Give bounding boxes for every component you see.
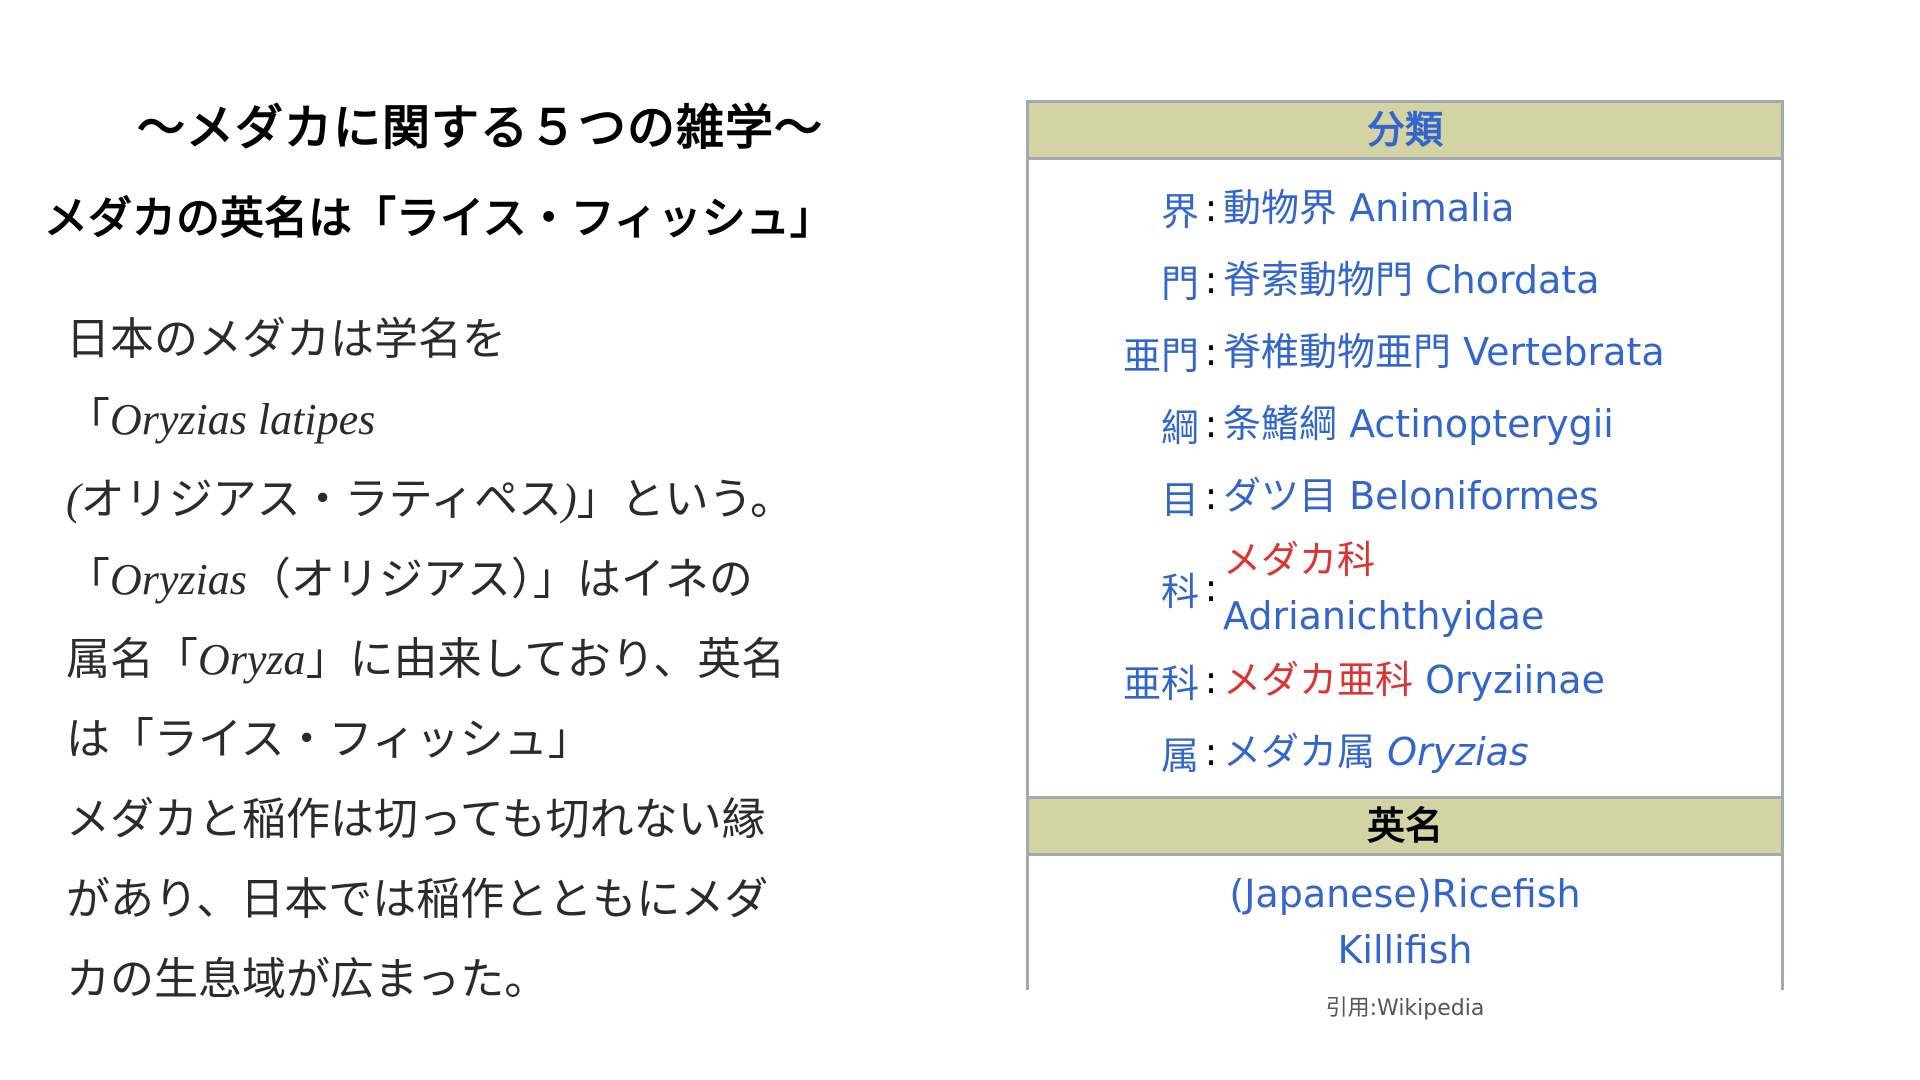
taxonomy-row-subphylum: 亜門 : 脊椎動物亜門 Vertebrata xyxy=(1029,316,1781,388)
body-line-7: メダカと稲作は切っても切れない縁 xyxy=(66,794,766,845)
taxon-link[interactable]: 動物界 Animalia xyxy=(1223,180,1781,236)
body-text-tail: （オリジアス）」はイネの xyxy=(246,554,753,605)
rank-separator: : xyxy=(1204,402,1218,446)
taxon-value: メダカ科 Adrianichthyidae xyxy=(1223,532,1781,644)
body-bracket: 「 xyxy=(66,394,110,445)
rank-label[interactable]: 科 xyxy=(1029,561,1199,616)
taxon-link[interactable]: Oryziinae xyxy=(1425,658,1605,702)
rank-label[interactable]: 亜門 xyxy=(1029,325,1199,380)
taxonomy-row-kingdom: 界 : 動物界 Animalia xyxy=(1029,172,1781,244)
taxon-link[interactable]: ダツ目 Beloniformes xyxy=(1223,468,1781,524)
taxonomy-row-phylum: 門 : 脊索動物門 Chordata xyxy=(1029,244,1781,316)
taxonomy-row-subfamily: 亜科 : メダカ亜科 Oryziinae xyxy=(1029,644,1781,716)
body-line-8: があり、日本では稲作とともにメダ xyxy=(66,874,769,925)
body-line-4: 「Oryzias（オリジアス）」はイネの xyxy=(66,540,926,620)
rank-separator: : xyxy=(1204,186,1218,230)
english-name-1[interactable]: (Japanese)Ricefish xyxy=(1029,866,1781,922)
body-line-2: 「Oryzias latipes xyxy=(66,380,926,460)
taxonomy-row-family: 科 : メダカ科 Adrianichthyidae xyxy=(1029,532,1781,644)
rank-label[interactable]: 門 xyxy=(1029,253,1199,308)
taxon-link[interactable]: 脊索動物門 Chordata xyxy=(1223,252,1781,308)
english-name-2[interactable]: Killifish xyxy=(1029,922,1781,978)
reading-text: オリジアス・ラティペス xyxy=(80,474,563,525)
paren-open: ( xyxy=(66,475,81,524)
rank-separator: : xyxy=(1204,474,1218,518)
body-paragraph: 日本のメダカは学名を 「Oryzias latipes (オリジアス・ラティペス… xyxy=(66,300,926,1020)
body-text-tail: 」という。 xyxy=(576,474,795,525)
rice-genus-name: Oryza xyxy=(198,635,306,684)
english-name-header: 英名 xyxy=(1029,796,1781,856)
rank-label[interactable]: 目 xyxy=(1029,469,1199,524)
rank-label[interactable]: 界 xyxy=(1029,181,1199,236)
classification-header: 分類 xyxy=(1029,103,1781,160)
rank-separator: : xyxy=(1204,566,1218,610)
body-line-1: 日本のメダカは学名を xyxy=(66,314,506,365)
scientific-name: Oryzias latipes xyxy=(110,395,376,444)
rank-label[interactable]: 属 xyxy=(1029,725,1199,780)
taxonomy-infobox: 分類 界 : 動物界 Animalia 門 : 脊索動物門 Chordata 亜… xyxy=(1026,100,1784,990)
red-link[interactable]: メダカ科 xyxy=(1223,538,1375,582)
body-line-6: は「ライス・フィッシュ」 xyxy=(66,714,592,765)
english-names: (Japanese)Ricefish Killifish xyxy=(1029,856,1781,978)
taxon-link[interactable]: 脊椎動物亜門 Vertebrata xyxy=(1223,324,1781,380)
slide-subtitle: メダカの英名は「ライス・フィッシュ」 xyxy=(44,193,834,244)
red-link[interactable]: メダカ亜科 xyxy=(1223,658,1413,702)
body-line-9: カの生息域が広まった。 xyxy=(66,954,549,1005)
body-bracket: 「 xyxy=(66,554,110,605)
taxon-link[interactable]: Adrianichthyidae xyxy=(1223,594,1544,638)
slide-title: 〜メダカに関する５つの雑学〜 xyxy=(136,100,823,156)
genus-italic: Oryzias xyxy=(1387,730,1529,774)
rank-label[interactable]: 綱 xyxy=(1029,397,1199,452)
taxon-link[interactable]: 条鰭綱 Actinopterygii xyxy=(1223,396,1781,452)
body-text-head: 属名「 xyxy=(66,634,198,685)
taxon-value: メダカ属 Oryzias xyxy=(1223,724,1781,780)
citation-caption: 引用:Wikipedia xyxy=(1325,996,1485,1021)
taxonomy-row-order: 目 : ダツ目 Beloniformes xyxy=(1029,460,1781,532)
paren-close: ) xyxy=(562,475,577,524)
genus-name: Oryzias xyxy=(110,555,247,604)
rank-separator: : xyxy=(1204,658,1218,702)
body-text-tail: 」に由来しており、英名 xyxy=(305,634,786,685)
rank-separator: : xyxy=(1204,258,1218,302)
taxon-link[interactable]: メダカ属 xyxy=(1223,730,1375,774)
body-line-3: (オリジアス・ラティペス)」という。 xyxy=(66,460,926,540)
rank-label[interactable]: 亜科 xyxy=(1029,653,1199,708)
left-panel: 〜メダカに関する５つの雑学〜 メダカの英名は「ライス・フィッシュ」 日本のメダカ… xyxy=(0,0,960,1080)
taxonomy-row-class: 綱 : 条鰭綱 Actinopterygii xyxy=(1029,388,1781,460)
taxon-value: メダカ亜科 Oryziinae xyxy=(1223,652,1781,708)
taxonomy-row-genus: 属 : メダカ属 Oryzias xyxy=(1029,716,1781,788)
body-line-5: 属名「Oryza」に由来しており、英名 xyxy=(66,620,926,700)
rank-separator: : xyxy=(1204,330,1218,374)
rank-separator: : xyxy=(1204,730,1218,774)
taxonomy-rows: 界 : 動物界 Animalia 門 : 脊索動物門 Chordata 亜門 :… xyxy=(1029,160,1781,796)
